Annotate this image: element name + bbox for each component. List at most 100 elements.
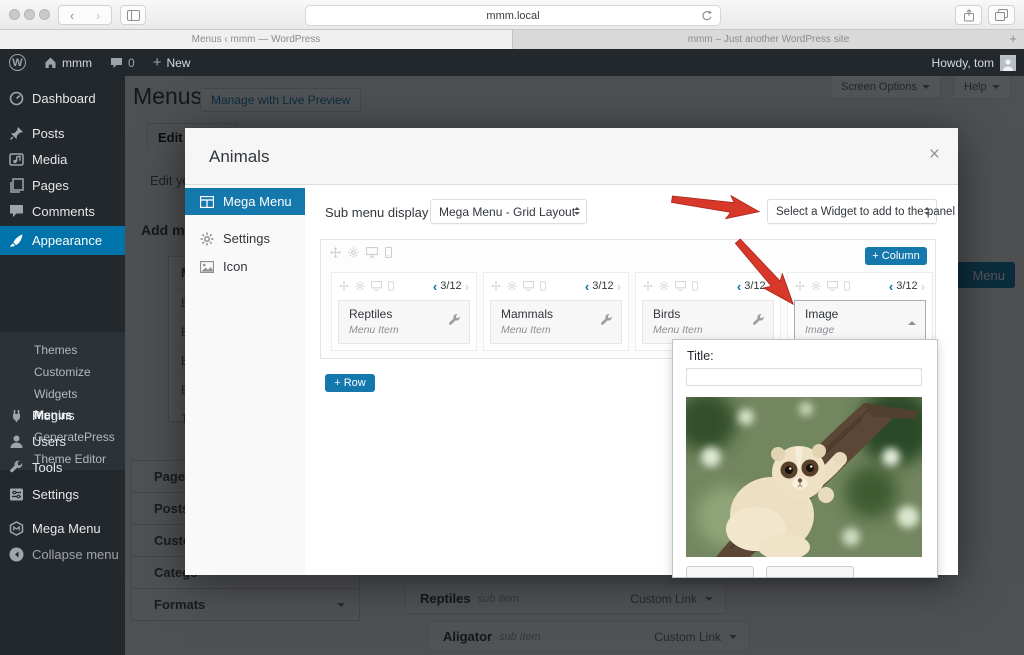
dashboard-icon	[9, 91, 24, 106]
loris-photo	[686, 397, 922, 557]
tab-overview-button[interactable]	[988, 5, 1015, 25]
share-button[interactable]	[955, 5, 982, 25]
grow-column-icon[interactable]: ›	[769, 279, 773, 294]
grow-column-icon[interactable]: ›	[465, 279, 469, 294]
move-icon[interactable]	[795, 281, 805, 291]
mobile-icon[interactable]	[844, 281, 850, 291]
sidebar-item-pages[interactable]: Pages	[0, 172, 125, 198]
shrink-column-icon[interactable]: ‹	[585, 279, 589, 294]
new-content-menu[interactable]: + New	[144, 49, 200, 76]
modal-tab-mega-menu[interactable]: Mega Menu	[185, 188, 305, 215]
howdy-text[interactable]: Howdy, tom	[932, 56, 994, 70]
screen: ‹ › mmm.local Menus ‹ mmm — WordPress mm…	[0, 0, 1024, 655]
select-stepper-icon	[574, 206, 580, 218]
caret-down-icon[interactable]	[729, 635, 737, 643]
image-panel-button[interactable]	[766, 566, 854, 578]
tab-wordpress-admin[interactable]: Menus ‹ mmm — WordPress	[0, 30, 512, 49]
reload-icon[interactable]	[701, 10, 713, 22]
close-icon[interactable]: ×	[929, 145, 940, 165]
mobile-icon[interactable]	[388, 281, 394, 291]
wp-sidebar: Dashboard Posts Media Pages Comments App…	[0, 76, 125, 655]
column-width: 3/12	[592, 280, 613, 292]
wrench-icon[interactable]	[448, 314, 461, 327]
window-close-button[interactable]	[9, 9, 20, 20]
sidebar-item-media[interactable]: Media	[0, 146, 125, 172]
wrench-icon[interactable]	[752, 314, 765, 327]
shrink-column-icon[interactable]: ‹	[737, 279, 741, 294]
menu-item-aligator[interactable]: Aligator sub item Custom Link	[428, 621, 750, 652]
display-mode-select[interactable]: Mega Menu - Grid Layout	[430, 199, 587, 224]
move-icon[interactable]	[330, 247, 341, 258]
desktop-icon[interactable]	[675, 281, 686, 291]
image-title-input[interactable]	[686, 368, 922, 386]
sidebar-item-plugins[interactable]: Plugins	[0, 402, 125, 428]
widget-birds[interactable]: Birds Menu Item	[642, 300, 774, 344]
widget-mammals[interactable]: Mammals Menu Item	[490, 300, 622, 344]
gear-icon[interactable]	[348, 247, 359, 258]
person-icon	[1002, 58, 1014, 71]
move-icon[interactable]	[643, 281, 653, 291]
comments-menu[interactable]: 0	[101, 49, 144, 76]
grow-column-icon[interactable]: ›	[617, 279, 621, 294]
widget-reptiles[interactable]: Reptiles Menu Item	[338, 300, 470, 344]
mobile-icon[interactable]	[692, 281, 698, 291]
new-tab-button[interactable]: +	[1009, 31, 1017, 46]
add-row-button[interactable]: + Row	[325, 374, 375, 392]
submenu-themes[interactable]: Themes	[0, 339, 125, 360]
sidebar-item-comments[interactable]: Comments	[0, 198, 125, 224]
tab-wordpress-site[interactable]: mmm – Just another WordPress site +	[512, 30, 1024, 49]
sidebar-item-appearance[interactable]: Appearance	[0, 226, 125, 255]
sidebar-item-users[interactable]: Users	[0, 428, 125, 454]
avatar[interactable]	[1000, 55, 1016, 71]
image-panel-button[interactable]	[686, 566, 754, 578]
wp-logo-menu[interactable]: W	[0, 49, 35, 76]
help-button[interactable]: Help	[953, 76, 1011, 99]
sidebar-item-settings[interactable]: Settings	[0, 481, 125, 507]
gear-icon[interactable]	[811, 281, 821, 291]
wrench-icon[interactable]	[600, 314, 613, 327]
add-column-button[interactable]: + Column	[865, 247, 927, 265]
gear-icon[interactable]	[659, 281, 669, 291]
sidebar-toggle-button[interactable]	[120, 5, 146, 25]
modal-tab-settings[interactable]: Settings	[185, 225, 305, 252]
mobile-icon[interactable]	[385, 247, 392, 258]
sidebar-item-dashboard[interactable]: Dashboard	[0, 85, 125, 111]
grow-column-icon[interactable]: ›	[921, 279, 925, 294]
modal-tab-icon[interactable]: Icon	[185, 253, 305, 280]
address-bar[interactable]: mmm.local	[305, 5, 721, 26]
submenu-customize[interactable]: Customize	[0, 361, 125, 382]
live-preview-button[interactable]: Manage with Live Preview	[200, 88, 361, 112]
desktop-icon[interactable]	[827, 281, 838, 291]
sidebar-item-collapse-menu[interactable]: Collapse menu	[0, 541, 125, 567]
desktop-icon[interactable]	[523, 281, 534, 291]
forward-icon[interactable]: ›	[96, 8, 100, 23]
gear-icon[interactable]	[507, 281, 517, 291]
move-icon[interactable]	[491, 281, 501, 291]
screen-options-button[interactable]: Screen Options	[830, 76, 941, 99]
caret-down-icon[interactable]	[705, 597, 713, 605]
gear-icon[interactable]	[355, 281, 365, 291]
site-name-menu[interactable]: mmm	[35, 49, 101, 76]
submenu-widgets[interactable]: Widgets	[0, 383, 125, 404]
mobile-icon[interactable]	[540, 281, 546, 291]
window-zoom-button[interactable]	[39, 9, 50, 20]
move-icon[interactable]	[339, 281, 349, 291]
collapse-widget-icon[interactable]	[908, 317, 916, 325]
menu-item-reptiles[interactable]: Reptiles sub item Custom Link	[405, 583, 726, 614]
desktop-icon[interactable]	[371, 281, 382, 291]
sidebar-item-mega-menu[interactable]: Mega Menu	[0, 515, 125, 541]
accordion-formats[interactable]: Formats	[131, 588, 360, 621]
shrink-column-icon[interactable]: ‹	[433, 279, 437, 294]
settings-icon	[9, 487, 24, 502]
back-icon[interactable]: ‹	[70, 8, 74, 23]
comment-count: 0	[128, 56, 135, 70]
desktop-icon[interactable]	[366, 247, 378, 258]
sidebar-item-posts[interactable]: Posts	[0, 120, 125, 146]
pin-icon	[9, 126, 24, 141]
widget-select[interactable]: Select a Widget to add to the panel	[767, 199, 937, 224]
plugin-icon	[9, 408, 24, 423]
shrink-column-icon[interactable]: ‹	[889, 279, 893, 294]
widget-image[interactable]: Image Image	[794, 300, 926, 344]
sidebar-item-tools[interactable]: Tools	[0, 454, 125, 480]
window-minimize-button[interactable]	[24, 9, 35, 20]
